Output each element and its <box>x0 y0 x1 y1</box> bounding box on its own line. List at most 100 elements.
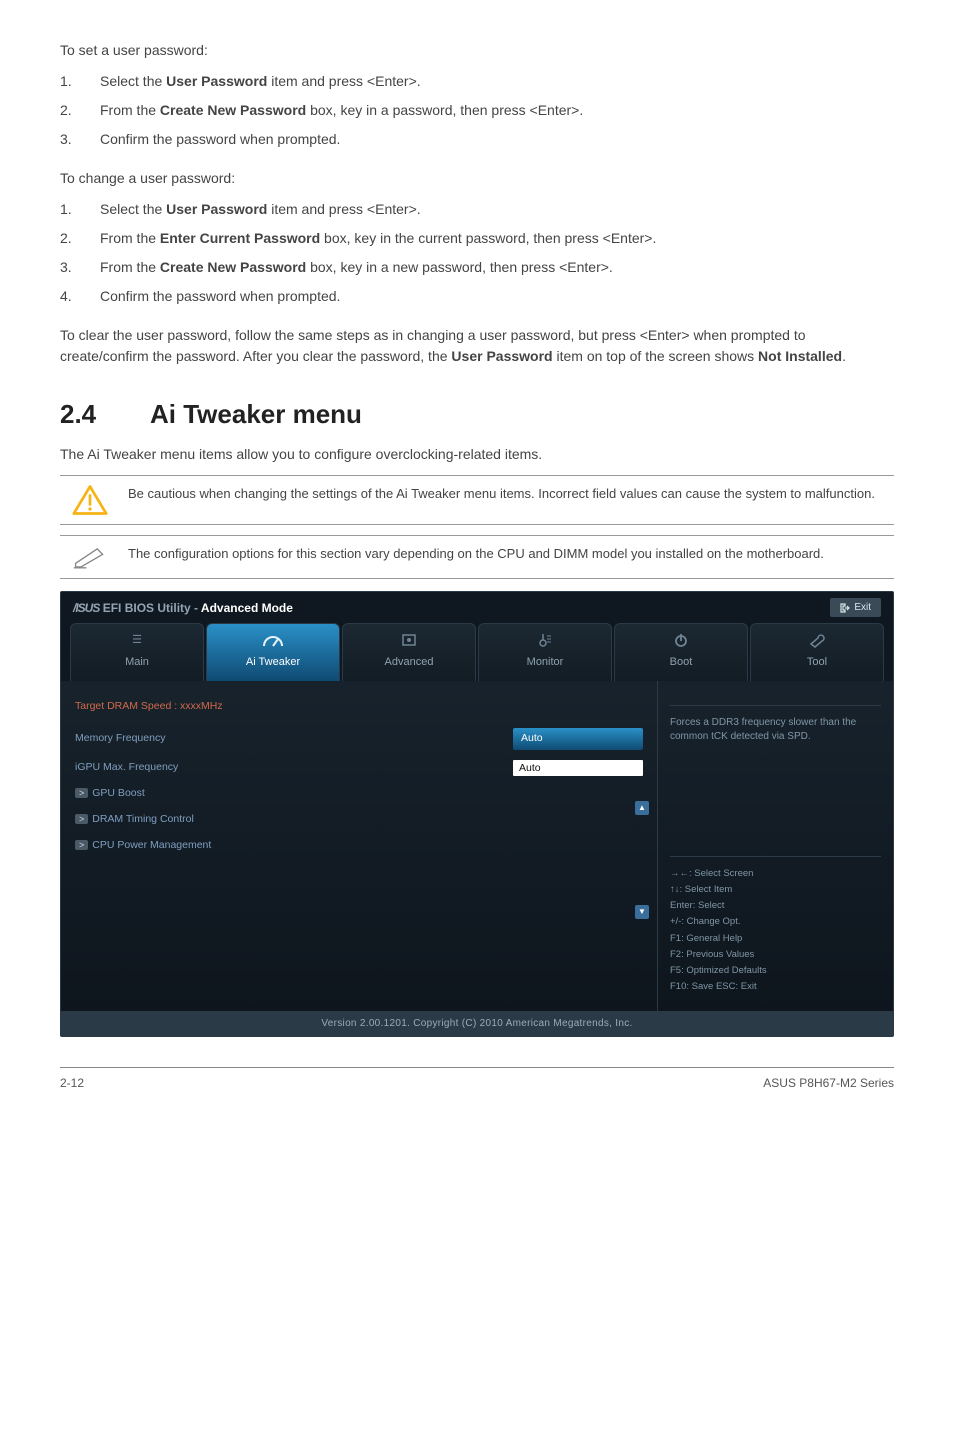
step-num: 1. <box>60 199 100 220</box>
step-text: item and press <Enter>. <box>267 73 420 89</box>
chevron-right-icon: > <box>75 840 88 850</box>
key-help: ↑↓: Select Item <box>670 883 881 897</box>
gauge-icon <box>211 632 335 650</box>
page-number: 2-12 <box>60 1074 84 1092</box>
bios-left-pane: Target DRAM Speed : xxxxMHz Memory Frequ… <box>61 681 657 1011</box>
chip-icon <box>347 632 471 650</box>
bios-body: Target DRAM Speed : xxxxMHz Memory Frequ… <box>61 681 893 1011</box>
scroll-buttons: ▲ ▼ <box>635 801 649 919</box>
tab-boot[interactable]: Boot <box>614 623 748 681</box>
scroll-down-button[interactable]: ▼ <box>635 905 649 919</box>
product-name: ASUS P8H67-M2 Series <box>763 1074 894 1092</box>
step-text: box, key in a new password, then press <… <box>306 259 613 275</box>
step-num: 2. <box>60 100 100 121</box>
key-help: Enter: Select <box>670 899 881 913</box>
dram-timing-control-item[interactable]: > DRAM Timing Control <box>75 812 643 828</box>
steps-change-password: 1.Select the User Password item and pres… <box>60 199 894 307</box>
step-bold: Create New Password <box>160 259 306 275</box>
key-help-list: →←: Select Screen ↑↓: Select Item Enter:… <box>670 867 881 995</box>
key-help: →←: Select Screen <box>670 867 881 881</box>
step-text: From the <box>100 259 160 275</box>
tab-main[interactable]: ☰ Main <box>70 623 204 681</box>
section-lead: The Ai Tweaker menu items allow you to c… <box>60 444 894 465</box>
step-text: From the <box>100 230 160 246</box>
memory-frequency-value[interactable]: Auto <box>513 728 643 750</box>
note-icon <box>60 544 120 570</box>
exit-label: Exit <box>854 600 871 615</box>
step-bold: User Password <box>166 201 267 217</box>
igpu-max-frequency-input[interactable] <box>513 760 643 776</box>
caution-callout: Be cautious when changing the settings o… <box>60 475 894 525</box>
chevron-right-icon: > <box>75 814 88 824</box>
step-text: box, key in the current password, then p… <box>320 230 656 246</box>
wrench-icon <box>755 632 879 650</box>
bios-tabs: ☰ Main Ai Tweaker Advanced Monitor Bo <box>61 623 893 681</box>
step-num: 1. <box>60 71 100 92</box>
igpu-max-frequency-row[interactable]: iGPU Max. Frequency <box>75 760 643 776</box>
tab-label: Main <box>125 656 149 668</box>
step-num: 2. <box>60 228 100 249</box>
tab-advanced[interactable]: Advanced <box>342 623 476 681</box>
caution-icon <box>60 484 120 516</box>
bios-window: /ISUS EFI BIOS Utility - Advanced Mode E… <box>60 591 894 1037</box>
step-body: From the Enter Current Password box, key… <box>100 228 894 249</box>
section-title: Ai Tweaker menu <box>150 395 362 434</box>
bios-brand: /ISUS EFI BIOS Utility - Advanced Mode <box>73 599 293 617</box>
step-text: From the <box>100 102 160 118</box>
tab-tool[interactable]: Tool <box>750 623 884 681</box>
item-label: DRAM Timing Control <box>92 813 194 825</box>
tab-ai-tweaker[interactable]: Ai Tweaker <box>206 623 340 681</box>
step-bold: Create New Password <box>160 102 306 118</box>
step-text: Select the <box>100 201 166 217</box>
exit-button[interactable]: Exit <box>830 598 881 617</box>
bios-right-pane: Forces a DDR3 frequency slower than the … <box>657 681 893 1011</box>
igpu-max-frequency-label: iGPU Max. Frequency <box>75 760 178 776</box>
steps-set-password: 1.Select the User Password item and pres… <box>60 71 894 150</box>
memory-frequency-row[interactable]: Memory Frequency Auto <box>75 728 643 750</box>
text-bold: Not Installed <box>758 348 842 364</box>
item-label: GPU Boost <box>92 787 145 799</box>
tab-label: Monitor <box>527 656 564 668</box>
step-body: Confirm the password when prompted. <box>100 129 894 150</box>
exit-icon <box>840 603 850 613</box>
caution-text: Be cautious when changing the settings o… <box>120 484 894 504</box>
cpu-power-management-item[interactable]: > CPU Power Management <box>75 838 643 854</box>
tab-label: Ai Tweaker <box>246 656 300 668</box>
text-bold: User Password <box>451 348 552 364</box>
step-bold: Enter Current Password <box>160 230 320 246</box>
clear-password-paragraph: To clear the user password, follow the s… <box>60 325 894 367</box>
chevron-right-icon: > <box>75 788 88 798</box>
note-text: The configuration options for this secti… <box>120 544 894 564</box>
step-body: From the Create New Password box, key in… <box>100 257 894 278</box>
step-bold: User Password <box>166 73 267 89</box>
scroll-up-button[interactable]: ▲ <box>635 801 649 815</box>
item-label: CPU Power Management <box>92 839 211 851</box>
step-body: Select the User Password item and press … <box>100 199 894 220</box>
tab-monitor[interactable]: Monitor <box>478 623 612 681</box>
bios-footer: Version 2.00.1201. Copyright (C) 2010 Am… <box>61 1011 893 1036</box>
intro-change-password: To change a user password: <box>60 168 894 189</box>
section-number: 2.4 <box>60 395 150 434</box>
key-help: F10: Save ESC: Exit <box>670 980 881 994</box>
step-num: 4. <box>60 286 100 307</box>
step-text: Confirm the password when prompted. <box>100 131 340 147</box>
note-callout: The configuration options for this secti… <box>60 535 894 579</box>
step-body: From the Create New Password box, key in… <box>100 100 894 121</box>
section-heading: 2.4 Ai Tweaker menu <box>60 395 894 434</box>
tab-label: Advanced <box>385 656 434 668</box>
text: item on top of the screen shows <box>553 348 758 364</box>
power-icon <box>619 632 743 650</box>
step-text: box, key in a password, then press <Ente… <box>306 102 583 118</box>
key-help: +/-: Change Opt. <box>670 915 881 929</box>
step-text: Select the <box>100 73 166 89</box>
tab-label: Boot <box>670 656 693 668</box>
help-text: Forces a DDR3 frequency slower than the … <box>670 716 881 744</box>
key-help: F2: Previous Values <box>670 948 881 962</box>
bios-title-mode: Advanced Mode <box>201 601 293 615</box>
bios-titlebar: /ISUS EFI BIOS Utility - Advanced Mode E… <box>61 592 893 623</box>
step-body: Confirm the password when prompted. <box>100 286 894 307</box>
intro-set-password: To set a user password: <box>60 40 894 61</box>
step-num: 3. <box>60 257 100 278</box>
gpu-boost-item[interactable]: > GPU Boost <box>75 786 643 802</box>
step-text: Confirm the password when prompted. <box>100 288 340 304</box>
